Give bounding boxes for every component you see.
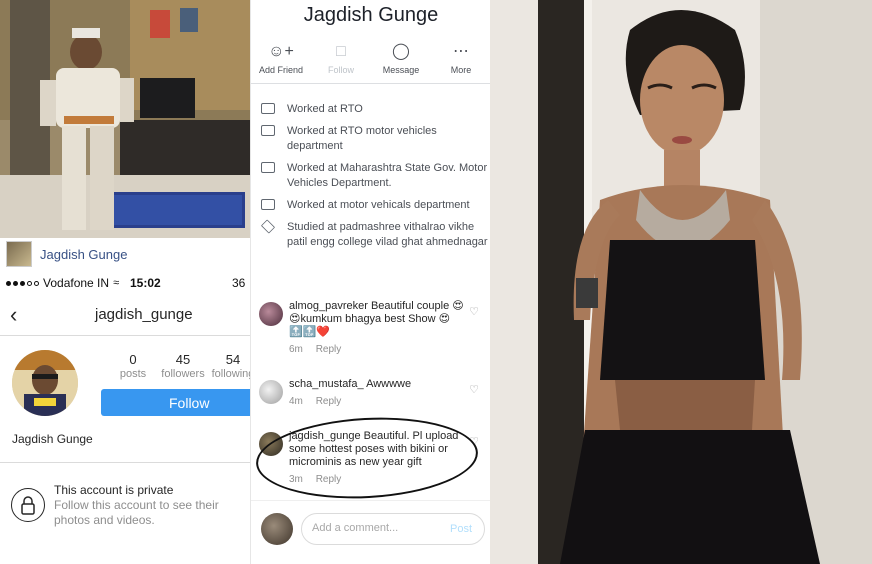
add-friend-button[interactable]: ☺+ Add Friend [251, 42, 311, 83]
follow-button[interactable]: Follow [101, 389, 250, 416]
heart-icon[interactable]: ♡ [469, 384, 479, 397]
chevron-left-icon[interactable]: ‹ [10, 302, 17, 328]
profile-photo-large [0, 0, 250, 238]
reply-link[interactable]: Reply [316, 396, 342, 407]
about-text: Worked at RTO motor vehicles department [287, 125, 437, 152]
photo-caption: Jagdish Gunge [0, 238, 250, 270]
add-friend-icon: ☺+ [268, 43, 294, 60]
about-item: Worked at RTO motor vehicles department [251, 124, 490, 154]
heart-icon[interactable]: ♡ [469, 306, 479, 319]
follow-action-button[interactable]: □ Follow [311, 42, 371, 83]
portrait-photo [490, 0, 872, 564]
comment-input[interactable] [312, 522, 442, 534]
post-button[interactable]: Post [450, 523, 472, 535]
phone-status-bar: Vodafone IN ≈ 15:02 36 [0, 272, 250, 294]
more-label: More [450, 65, 472, 75]
wifi-icon: ≈ [113, 277, 120, 289]
add-friend-label: Add Friend [258, 65, 304, 75]
briefcase-icon [261, 199, 275, 210]
signal-icon [6, 280, 39, 286]
profile-username: jagdish_gunge [95, 306, 193, 323]
comment-meta: 6m Reply [289, 343, 471, 356]
message-button[interactable]: ◯ Message [371, 42, 431, 83]
lock-icon [11, 488, 45, 522]
followers-label: followers [161, 368, 205, 380]
followers-count: 45 [175, 352, 191, 367]
private-account-subtitle: Follow this account to see their photos … [54, 498, 219, 527]
status-time: 15:02 [130, 276, 161, 290]
about-text: Studied at padmashree vithalrao vikhe pa… [287, 221, 488, 248]
battery-level: 36 [232, 276, 246, 290]
following-stat[interactable]: 54 following [208, 352, 250, 380]
following-count: 54 [225, 352, 241, 367]
caption-name[interactable]: Jagdish Gunge [40, 247, 127, 262]
posts-stat: 0 posts [108, 352, 158, 380]
comment-username[interactable]: scha_mustafa_ [289, 378, 364, 390]
room-photo [0, 0, 250, 238]
caption-thumbnail [6, 241, 32, 267]
about-section: Worked at RTO Worked at RTO motor vehicl… [251, 102, 490, 257]
following-label: following [211, 368, 250, 380]
briefcase-icon [261, 162, 275, 173]
reply-link[interactable]: Reply [316, 344, 342, 355]
briefcase-icon [261, 125, 275, 136]
facebook-profile-name: Jagdish Gunge [303, 4, 439, 26]
comment-box: Post [301, 513, 485, 545]
about-item: Worked at RTO [251, 102, 490, 117]
commenter-avatar[interactable] [259, 380, 283, 404]
comment-item: almog_pavreker Beautiful couple 😍😍kumkum… [251, 300, 490, 356]
comment-text: Awwwwe [366, 378, 412, 390]
left-panel: Jagdish Gunge Vodafone IN ≈ 15:02 36 ‹ j… [0, 0, 250, 564]
graduation-cap-icon [260, 219, 276, 234]
private-account-title: This account is private [54, 483, 174, 497]
comment-username[interactable]: almog_pavreker [289, 300, 368, 312]
divider [0, 462, 250, 463]
about-text: Worked at RTO [287, 103, 363, 115]
profile-stats: 0 posts 45 followers 54 following [108, 352, 250, 380]
followers-stat[interactable]: 45 followers [158, 352, 208, 380]
carrier-name: Vodafone IN [43, 276, 110, 290]
posts-label: posts [119, 368, 147, 380]
comment-time: 6m [289, 344, 303, 355]
about-item: Studied at padmashree vithalrao vikhe pa… [251, 219, 490, 250]
comment-time: 4m [289, 396, 303, 407]
briefcase-icon [261, 103, 275, 114]
follow-action-label: Follow [327, 65, 354, 75]
avatar [261, 513, 293, 545]
avatar[interactable] [12, 350, 78, 416]
about-text: Worked at Maharashtra State Gov. Motor V… [287, 162, 488, 189]
add-comment-bar: Post [251, 500, 490, 564]
messenger-icon: ◯ [392, 43, 410, 60]
lock-glyph [21, 496, 35, 515]
more-button[interactable]: ⋯ More [431, 42, 490, 83]
message-label: Message [382, 65, 420, 75]
more-icon: ⋯ [453, 43, 469, 60]
comment-item: scha_mustafa_ Awwwwe 4m Reply ♡ [251, 378, 490, 408]
right-photo [490, 0, 872, 564]
facebook-action-bar: ☺+ Add Friend □ Follow ◯ Message ⋯ More [251, 42, 490, 84]
about-item: Worked at motor vehicals department [251, 198, 490, 213]
avatar-image [12, 350, 78, 416]
posts-count: 0 [129, 352, 137, 367]
display-name: Jagdish Gunge [12, 432, 93, 446]
follow-icon: □ [336, 43, 346, 60]
commenter-avatar[interactable] [259, 302, 283, 326]
instagram-header: ‹ jagdish_gunge [0, 296, 250, 336]
about-item: Worked at Maharashtra State Gov. Motor V… [251, 161, 490, 191]
comment-meta: 4m Reply [289, 395, 471, 408]
about-text: Worked at motor vehicals department [287, 199, 470, 211]
carrier-group: Vodafone IN ≈ [6, 276, 119, 290]
